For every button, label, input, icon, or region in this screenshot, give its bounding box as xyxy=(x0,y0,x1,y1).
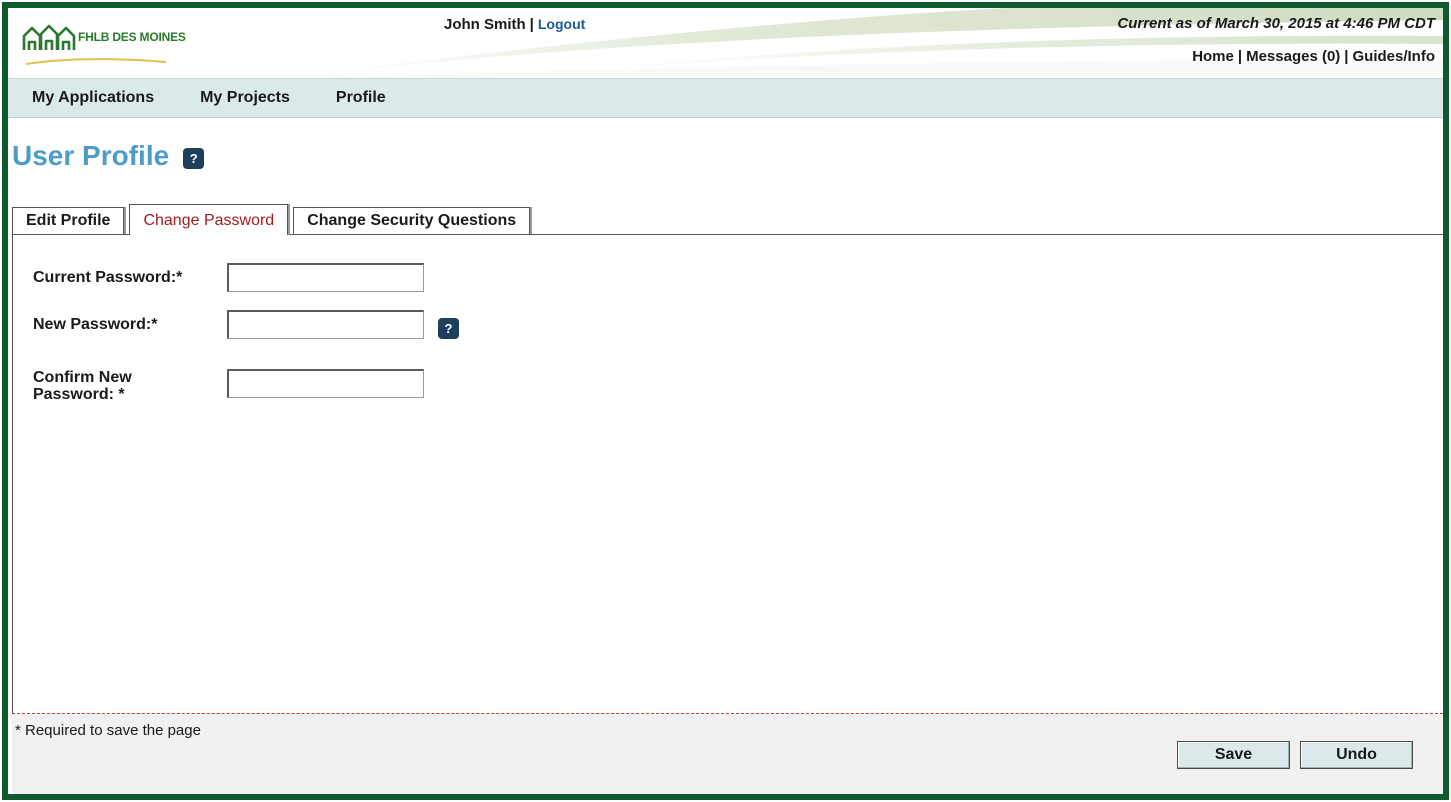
question-mark-icon[interactable]: ? xyxy=(438,318,459,339)
header: FHLB DES MOINES John Smith | Logout Curren… xyxy=(8,8,1443,78)
confirm-password-label-line2: Password: * xyxy=(33,386,125,403)
tab-change-password[interactable]: Change Password xyxy=(129,204,289,235)
home-link[interactable]: Home xyxy=(1192,48,1234,65)
nav-my-projects[interactable]: My Projects xyxy=(200,89,290,107)
question-mark-icon[interactable]: ? xyxy=(183,147,205,169)
confirm-password-input[interactable] xyxy=(227,369,424,398)
user-name: John Smith xyxy=(444,16,526,33)
brand-name: FHLB DES MOINES xyxy=(78,30,186,44)
main-nav: My Applications My Projects Profile xyxy=(8,78,1443,118)
tab-change-security-questions[interactable]: Change Security Questions xyxy=(293,207,531,235)
top-links: Home | Messages (0) | Guides/Info xyxy=(1192,48,1435,65)
page-title-row: User Profile ? xyxy=(12,140,205,172)
separator: | xyxy=(529,16,534,33)
user-area: John Smith | Logout xyxy=(444,16,585,33)
new-password-label: New Password:* xyxy=(33,316,158,333)
current-password-input[interactable] xyxy=(227,263,424,292)
new-password-input[interactable] xyxy=(227,310,424,339)
logo-swoosh-underline xyxy=(26,58,166,65)
confirm-password-row: Confirm New Password: * xyxy=(33,369,424,403)
required-note: * Required to save the page xyxy=(15,722,201,739)
nav-profile[interactable]: Profile xyxy=(336,89,386,107)
brand-logo[interactable]: FHLB DES MOINES xyxy=(22,22,186,65)
data-timestamp: Current as of March 30, 2015 at 4:46 PM … xyxy=(1117,15,1435,32)
confirm-password-label-line1: Confirm New xyxy=(33,369,132,386)
profile-tabs: Edit Profile Change Password Change Secu… xyxy=(12,204,535,235)
new-password-row: New Password:* ? xyxy=(33,310,459,339)
page-title: User Profile xyxy=(12,140,170,171)
nav-my-applications[interactable]: My Applications xyxy=(32,89,154,107)
undo-button[interactable]: Undo xyxy=(1300,741,1413,769)
logout-link[interactable]: Logout xyxy=(538,16,585,32)
current-password-label: Current Password:* xyxy=(33,269,183,286)
app-frame: FHLB DES MOINES John Smith | Logout Curren… xyxy=(2,2,1449,800)
messages-link[interactable]: Messages (0) xyxy=(1246,48,1340,65)
tab-edit-profile[interactable]: Edit Profile xyxy=(12,207,125,235)
form-footer: * Required to save the page Save Undo xyxy=(12,713,1443,794)
separator: | xyxy=(1344,48,1349,65)
save-button[interactable]: Save xyxy=(1177,741,1290,769)
separator: | xyxy=(1237,48,1243,65)
guides-info-link[interactable]: Guides/Info xyxy=(1353,48,1436,65)
houses-logo-icon xyxy=(22,24,76,50)
confirm-password-label: Confirm New Password: * xyxy=(33,369,227,403)
current-password-row: Current Password:* xyxy=(33,263,424,292)
